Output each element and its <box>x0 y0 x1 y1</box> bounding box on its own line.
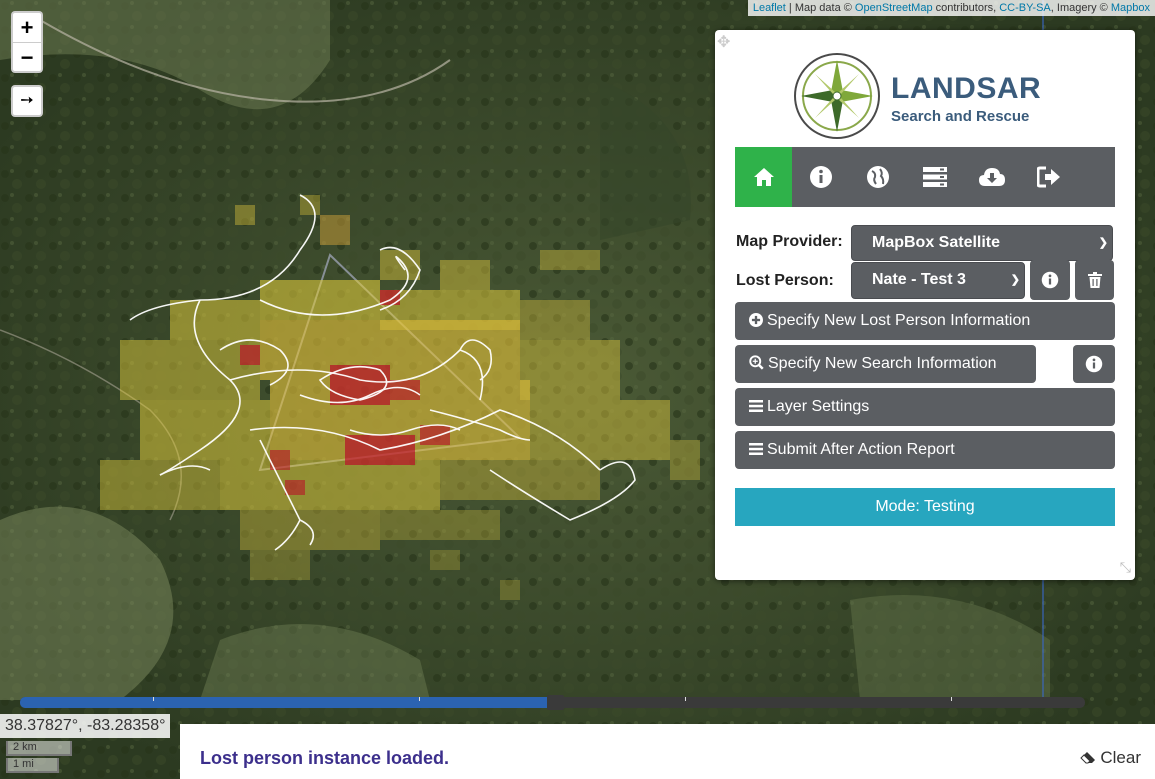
after-action-report-button[interactable]: Submit After Action Report <box>735 431 1115 469</box>
tab-globe[interactable] <box>849 147 906 207</box>
bars-icon <box>749 400 763 412</box>
new-search-label: Specify New Search Information <box>768 355 997 372</box>
mapbox-link[interactable]: Mapbox <box>1111 2 1150 14</box>
chevron-down-icon: ❯ <box>1010 274 1020 286</box>
tab-info[interactable] <box>792 147 849 207</box>
resize-icon[interactable]: ⤡ <box>1120 559 1131 576</box>
globe-icon <box>866 166 889 188</box>
scale-bar-mi: 1 mi <box>6 758 59 773</box>
lost-person-select[interactable]: Nate - Test 3 ❯ <box>851 262 1025 299</box>
tab-logout[interactable] <box>1020 147 1077 207</box>
delete-lost-person-button[interactable] <box>1075 260 1114 300</box>
logo-title: LANDSAR <box>891 72 1042 105</box>
trash-icon <box>1087 272 1102 288</box>
arrow-button[interactable]: ➙ <box>11 85 43 117</box>
logo-subtitle: Search and Rescue <box>891 108 1030 125</box>
map-provider-value: MapBox Satellite <box>872 234 1001 251</box>
openstreetmap-link[interactable]: OpenStreetMap <box>855 2 933 14</box>
plus-circle-icon <box>749 313 763 327</box>
status-bar: Lost person instance loaded. Clear <box>180 724 1155 779</box>
clear-button[interactable]: Clear <box>1080 748 1141 768</box>
info-icon <box>1085 355 1103 373</box>
timeline-tick <box>685 697 686 701</box>
timeline-progress-fill <box>20 697 553 708</box>
tab-download[interactable] <box>963 147 1020 207</box>
leaflet-link[interactable]: Leaflet <box>753 2 786 14</box>
compass-logo-icon <box>794 53 880 139</box>
zoom-in-button[interactable]: + <box>13 13 41 42</box>
search-info-button[interactable] <box>1073 345 1115 383</box>
mode-indicator: Mode: Testing <box>735 488 1115 526</box>
attribution-text: , Imagery © <box>1050 2 1111 14</box>
timeline-tick <box>153 697 154 701</box>
tab-server[interactable] <box>906 147 963 207</box>
timeline-handle[interactable] <box>547 695 564 710</box>
cloud-download-icon <box>978 168 1005 186</box>
lost-person-label: Lost Person: <box>736 272 834 289</box>
chevron-down-icon: ❯ <box>1098 237 1108 249</box>
sign-out-icon <box>1036 166 1060 188</box>
timeline-tick <box>951 697 952 701</box>
map-provider-label: Map Provider: <box>736 233 843 250</box>
map-provider-select[interactable]: MapBox Satellite ❯ <box>851 225 1113 261</box>
tab-home[interactable] <box>735 147 792 207</box>
layer-settings-label: Layer Settings <box>767 398 870 415</box>
lost-person-info-button[interactable] <box>1030 260 1070 300</box>
map-attribution: Leaflet | Map data © OpenStreetMap contr… <box>747 0 1155 16</box>
info-icon <box>809 166 832 188</box>
zoom-control: + − <box>11 11 43 73</box>
new-search-button[interactable]: Specify New Search Information <box>735 345 1036 383</box>
attribution-text: contributors, <box>932 2 1000 14</box>
layer-settings-button[interactable]: Layer Settings <box>735 388 1115 426</box>
clear-label: Clear <box>1100 748 1141 767</box>
landsar-logo: LANDSAR Search and Rescue <box>793 52 1053 142</box>
mouse-coordinates: 38.37827°, -83.28358° <box>0 714 170 738</box>
info-icon <box>1041 271 1059 289</box>
new-lost-person-button[interactable]: Specify New Lost Person Information <box>735 302 1115 340</box>
search-plus-icon <box>749 355 764 370</box>
server-icon <box>922 167 947 187</box>
status-message: Lost person instance loaded. <box>200 748 450 768</box>
lost-person-value: Nate - Test 3 <box>872 271 966 288</box>
scale-bar-km: 2 km <box>6 741 72 756</box>
bars-icon <box>749 443 763 455</box>
after-action-report-label: Submit After Action Report <box>767 441 955 458</box>
control-panel: ✥ LANDSAR Search and Rescue Map Provider… <box>715 30 1135 580</box>
home-icon <box>753 168 774 186</box>
attribution-text: | Map data © <box>785 2 855 14</box>
cc-by-sa-link[interactable]: CC-BY-SA <box>999 2 1051 14</box>
move-icon[interactable]: ✥ <box>717 32 730 52</box>
new-lost-person-label: Specify New Lost Person Information <box>767 312 1031 329</box>
timeline-tick <box>419 697 420 701</box>
eraser-icon <box>1080 752 1096 764</box>
panel-tabs <box>735 147 1115 207</box>
zoom-out-button[interactable]: − <box>13 42 41 71</box>
